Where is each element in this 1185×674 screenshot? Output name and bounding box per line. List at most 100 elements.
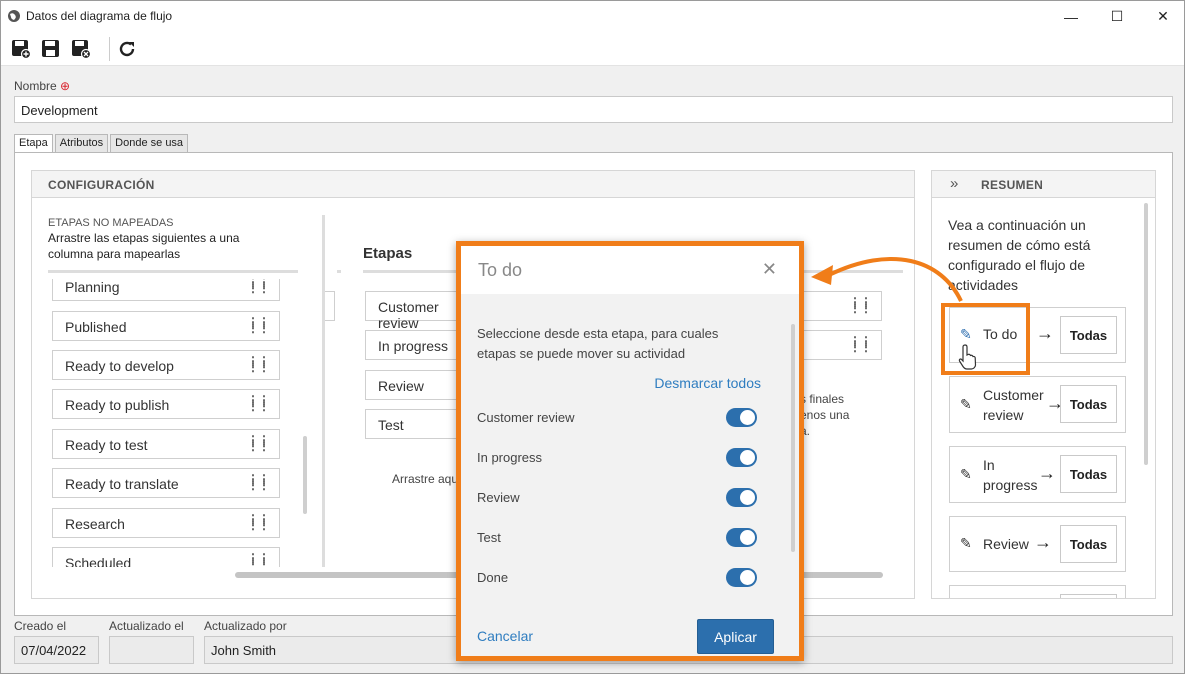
collapse-chevron-icon[interactable]: » <box>950 175 959 192</box>
pencil-icon[interactable]: ✎ <box>960 535 972 552</box>
summary-card-in-progress[interactable]: ✎ In progress → Todas <box>949 446 1126 503</box>
tab-donde-se-usa[interactable]: Donde se usa <box>110 134 189 152</box>
final-hint: s finales enos una a. <box>800 392 850 438</box>
summary-target: Todas <box>1060 525 1117 563</box>
final-stage-item[interactable]: ⋮⋮ ⋮⋮ <box>802 330 882 360</box>
toggle-row-customer-review: Customer review <box>477 408 757 428</box>
cancel-button[interactable]: Cancelar <box>477 628 533 644</box>
unmapped-divider <box>48 270 298 273</box>
unmapped-title: ETAPAS NO MAPEADAS <box>48 217 174 229</box>
drag-handle-icon[interactable]: ⋮⋮ ⋮⋮ <box>247 316 270 334</box>
pencil-icon[interactable]: ✎ <box>960 396 972 413</box>
minimize-button[interactable]: — <box>1048 1 1094 32</box>
unmapped-item-ready-to-develop[interactable]: Ready to develop ⋮⋮ ⋮⋮ <box>52 350 280 380</box>
refresh-button[interactable] <box>115 38 139 60</box>
drag-handle-icon[interactable]: ⋮⋮ ⋮⋮ <box>247 552 270 567</box>
stage-transition-modal: To do ✕ Seleccione desde esta etapa, par… <box>456 241 804 661</box>
summary-panel: » RESUMEN Vea a continuación un resumen … <box>931 170 1156 599</box>
summary-card-customer-review[interactable]: ✎ Customer review → Todas <box>949 376 1126 433</box>
drag-handle-icon[interactable]: ⋮⋮ ⋮⋮ <box>247 355 270 373</box>
toggle-switch[interactable] <box>726 528 757 547</box>
unmapped-scrollbar[interactable] <box>303 436 307 514</box>
globe-icon <box>8 10 20 22</box>
summary-scrollbar[interactable] <box>1144 203 1148 465</box>
summary-target: Todas <box>1060 385 1117 423</box>
name-label: Nombre ⊕ <box>14 79 71 93</box>
modal-title: To do <box>478 260 523 280</box>
modal-close-icon[interactable]: ✕ <box>762 259 777 280</box>
modal-header: To do ✕ <box>461 246 799 294</box>
refresh-icon <box>119 41 135 57</box>
stage-item-customer-review[interactable]: Customer review <box>365 291 465 331</box>
maximize-button[interactable]: ☐ <box>1094 1 1140 32</box>
highlight-box <box>941 303 1030 375</box>
stage-item-in-progress[interactable]: In progress <box>365 330 465 360</box>
unmapped-item-planning[interactable]: Planning ⋮⋮ ⋮⋮ <box>52 279 280 301</box>
stage-item-test[interactable]: Test <box>365 409 465 439</box>
drag-handle-icon[interactable]: ⋮⋮ ⋮⋮ <box>247 513 270 531</box>
toggle-switch[interactable] <box>726 408 757 427</box>
toggle-row-test: Test <box>477 528 757 548</box>
save-button[interactable] <box>39 38 63 60</box>
unmapped-list: Planning ⋮⋮ ⋮⋮ Published ⋮⋮ ⋮⋮ Ready to deve… <box>48 279 308 567</box>
callout-arrow-icon <box>811 257 963 302</box>
summary-target <box>1060 594 1117 598</box>
required-icon: ⊕ <box>60 79 71 93</box>
created-label: Creado el <box>14 619 67 633</box>
summary-target: Todas <box>1060 316 1117 354</box>
toggle-row-done: Done <box>477 568 757 588</box>
save-close-button[interactable] <box>69 38 93 60</box>
column-divider <box>337 270 341 273</box>
tab-bar: Etapa Atributos Donde se usa <box>14 134 190 153</box>
drag-handle-icon[interactable]: ⋮⋮ ⋮⋮ <box>247 394 270 412</box>
arrow-right-icon: → <box>1038 463 1056 483</box>
tab-etapa[interactable]: Etapa <box>14 134 53 153</box>
stage-item-review[interactable]: Review <box>365 370 465 400</box>
unmapped-item-ready-to-test[interactable]: Ready to test ⋮⋮ ⋮⋮ <box>52 429 280 459</box>
created-field: 07/04/2022 <box>14 636 99 664</box>
unmapped-item-research[interactable]: Research ⋮⋮ ⋮⋮ <box>52 508 280 538</box>
apply-button[interactable]: Aplicar <box>697 619 774 654</box>
drag-handle-icon[interactable]: ⋮⋮ ⋮⋮ <box>849 335 872 353</box>
toggle-switch[interactable] <box>726 448 757 467</box>
save-new-icon <box>12 40 31 59</box>
summary-card-review[interactable]: ✎ Review → Todas <box>949 516 1126 572</box>
toggle-row-in-progress: In progress <box>477 448 757 468</box>
summary-header: » RESUMEN <box>932 171 1155 198</box>
hand-cursor-icon <box>958 344 977 370</box>
updated-label: Actualizado el <box>109 619 184 633</box>
window-title: Datos del diagrama de flujo <box>26 9 173 23</box>
tab-atributos[interactable]: Atributos <box>54 134 109 152</box>
title-bar: Datos del diagrama de flujo — ☐ ✕ <box>1 1 1184 32</box>
unmapped-item-published[interactable]: Published ⋮⋮ ⋮⋮ <box>52 311 280 341</box>
deselect-all-link[interactable]: Desmarcar todos <box>654 375 761 391</box>
toggle-row-review: Review <box>477 488 757 508</box>
toolbar-divider <box>109 37 110 61</box>
save-new-button[interactable] <box>9 38 33 60</box>
summary-target: Todas <box>1060 455 1117 493</box>
toggle-switch[interactable] <box>726 488 757 507</box>
unmapped-hint: Arrastre las etapas siguientes a una col… <box>48 231 240 261</box>
drag-handle-icon[interactable]: ⋮⋮ ⋮⋮ <box>247 434 270 452</box>
drag-handle-icon[interactable]: ⋮⋮ ⋮⋮ <box>247 473 270 491</box>
toggle-switch[interactable] <box>726 568 757 587</box>
drag-handle-icon[interactable]: ⋮⋮ ⋮⋮ <box>247 279 270 294</box>
arrow-right-icon: → <box>1034 532 1052 552</box>
toolbar <box>1 32 1184 66</box>
flow-diagram-window: Datos del diagrama de flujo — ☐ ✕ Nombre… <box>0 0 1185 674</box>
unmapped-item-ready-to-publish[interactable]: Ready to publish ⋮⋮ ⋮⋮ <box>52 389 280 419</box>
updated-by-label: Actualizado por <box>204 619 287 633</box>
close-icon: ✕ <box>1157 8 1169 24</box>
close-button[interactable]: ✕ <box>1140 1 1184 32</box>
unmapped-item-scheduled[interactable]: Scheduled ⋮⋮ ⋮⋮ <box>52 547 280 567</box>
minimize-icon: — <box>1064 8 1078 25</box>
modal-description: Seleccione desde esta etapa, para cuales… <box>477 326 719 361</box>
pencil-icon[interactable]: ✎ <box>960 466 972 483</box>
unmapped-item-ready-to-translate[interactable]: Ready to translate ⋮⋮ ⋮⋮ <box>52 468 280 498</box>
configuration-header: CONFIGURACIÓN <box>32 171 914 198</box>
modal-scrollbar[interactable] <box>791 324 795 552</box>
arrow-right-icon: → <box>1036 323 1054 343</box>
save-close-icon <box>72 40 91 59</box>
name-input[interactable]: Development <box>14 96 1173 123</box>
summary-card-next[interactable] <box>949 585 1126 598</box>
